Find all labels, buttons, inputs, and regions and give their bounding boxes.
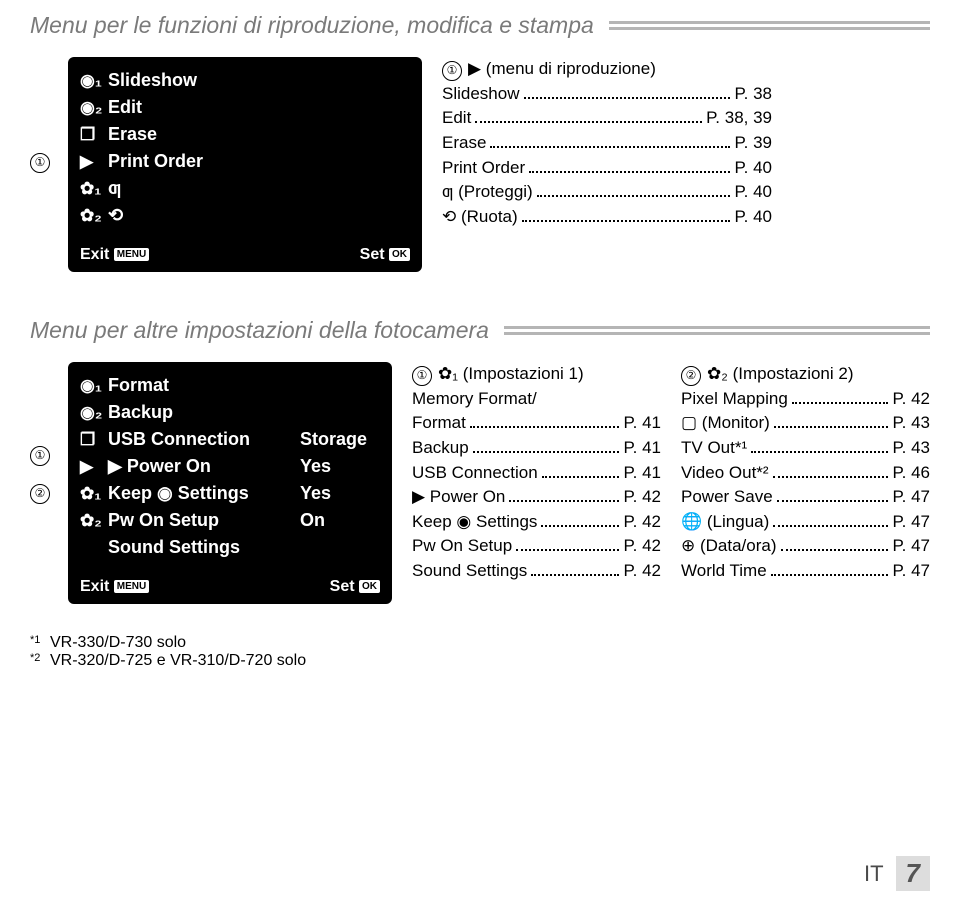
section1-index: ① ▶ (menu di riproduzione) SlideshowP. 3…	[442, 57, 772, 229]
menu-row: ❐Erase	[80, 121, 410, 148]
exit-label: Exit MENU	[80, 246, 149, 264]
set-label: Set OK	[330, 578, 380, 596]
settings-index-2: ② ✿₂ (Impostazioni 2) Pixel MappingP. 42…	[681, 362, 930, 584]
menu-row: ✿₂⟲	[80, 202, 410, 229]
menu-row: ◉₁Slideshow	[80, 67, 410, 94]
playback-menu: ◉₁Slideshow ◉₂Edit ❐Erase ▶Print Order ✿…	[68, 57, 422, 272]
section2-callout: ① ②	[30, 362, 48, 504]
settings-menu: ◉₁Format ◉₂Backup ❐USB ConnectionStorage…	[68, 362, 392, 604]
menu-row: ◉₂Edit	[80, 94, 410, 121]
section1-title: Menu per le funzioni di riproduzione, mo…	[30, 12, 930, 39]
set-label: Set OK	[360, 246, 410, 264]
footnotes: *1VR-330/D-730 solo *2VR-320/D-725 e VR-…	[30, 634, 930, 670]
exit-label: Exit MENU	[80, 578, 149, 596]
menu-row: ▶Print Order	[80, 148, 410, 175]
settings-index-1: ① ✿₁ (Impostazioni 1) Memory Format/ For…	[412, 362, 661, 584]
menu-row: ✿₁ƣ	[80, 175, 410, 202]
section1-callout: ①	[30, 57, 48, 173]
section2-title: Menu per altre impostazioni della fotoca…	[30, 317, 930, 344]
page-footer: IT 7	[864, 856, 930, 891]
